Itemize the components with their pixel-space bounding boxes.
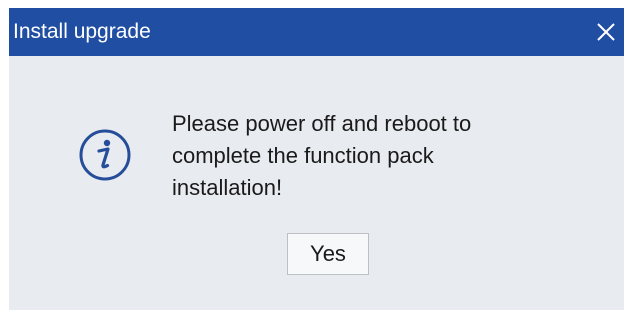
close-icon — [597, 23, 615, 41]
close-button[interactable] — [590, 16, 622, 48]
message-line: Please power off and reboot to — [172, 111, 472, 136]
message-line: installation! — [172, 175, 283, 200]
yes-button[interactable]: Yes — [287, 233, 369, 275]
message-line: complete the function pack — [172, 143, 434, 168]
install-upgrade-dialog: Install upgrade Please power off and reb… — [9, 8, 624, 310]
dialog-title: Install upgrade — [13, 20, 151, 43]
info-icon — [78, 128, 132, 182]
dialog-titlebar: Install upgrade — [9, 8, 624, 56]
dialog-message: Please power off and reboot to complete … — [172, 108, 592, 204]
